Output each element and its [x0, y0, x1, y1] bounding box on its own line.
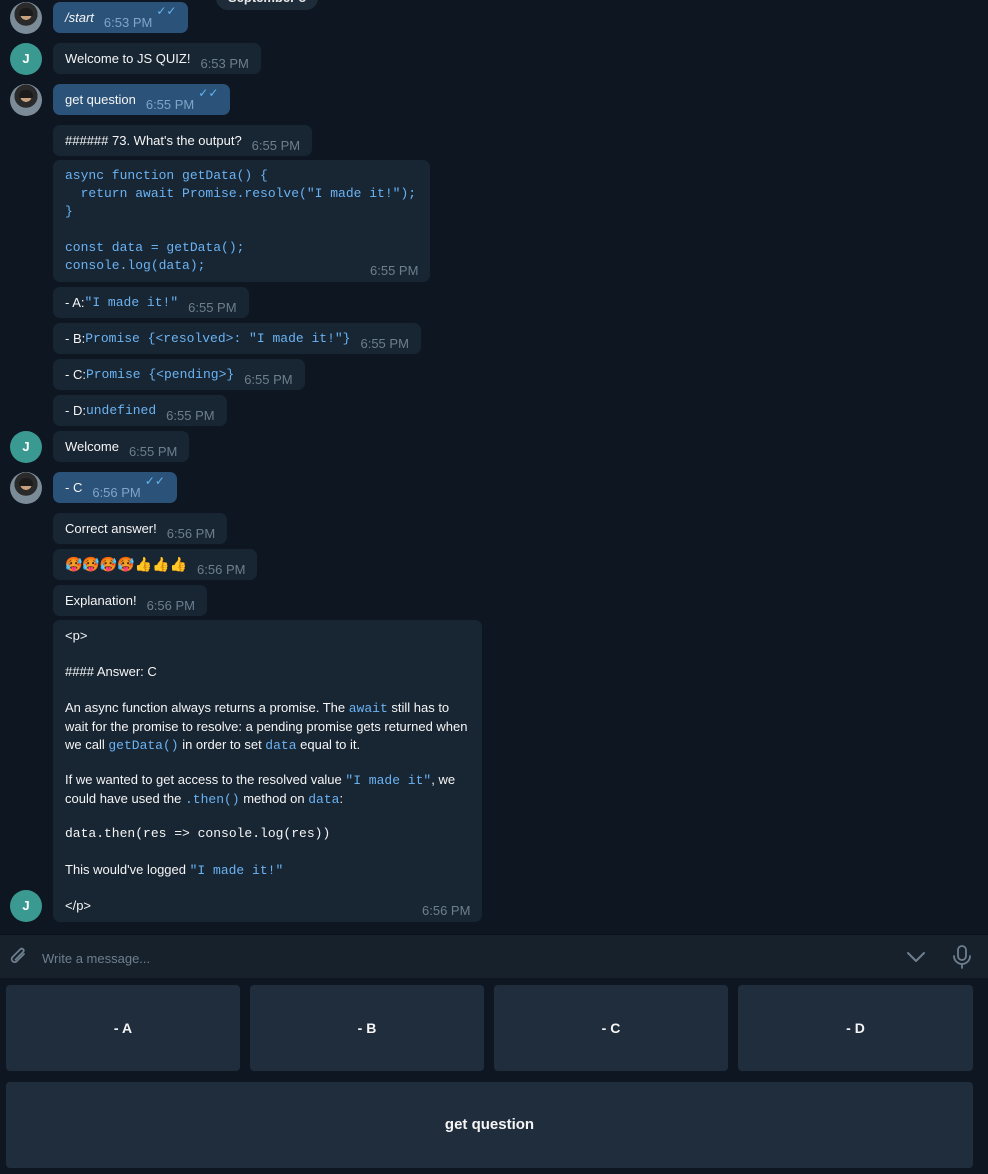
option-code: Promise {<resolved>: "I made it!"}	[85, 331, 351, 346]
explanation-paragraph: An async function always returns a promi…	[65, 699, 470, 755]
inline-code: .then()	[184, 792, 240, 807]
read-check-icon: ✓✓	[144, 474, 165, 488]
inline-code: await	[348, 701, 388, 716]
user-avatar[interactable]	[10, 472, 42, 504]
message-time: 6:55 PM	[370, 263, 419, 278]
message-time: 6:56 PM	[197, 562, 246, 577]
message-time: 6:55 PM	[128, 444, 178, 459]
paragraph-text: in order to set	[178, 737, 266, 752]
paragraph-text: equal to it.	[296, 737, 361, 752]
get-question-button[interactable]: get question	[6, 1082, 973, 1168]
inline-code: data	[308, 792, 340, 807]
message-time: 6:55 PM	[166, 408, 215, 423]
message-time: 6:56 PM	[146, 598, 195, 613]
explanation-message[interactable]: <p> #### Answer: C An async function alw…	[53, 620, 482, 922]
code-line: return await Promise.resolve("I made it!…	[65, 186, 417, 201]
bot-avatar[interactable]: J	[10, 890, 42, 922]
message-text: <p>	[65, 628, 88, 643]
message-text: Explanation!	[65, 593, 137, 608]
option-code: undefined	[85, 403, 157, 418]
message-text: ###### 73. What's the output?	[65, 133, 242, 148]
message-bubble[interactable]: - D: undefined 6:55 PM	[53, 395, 227, 426]
message-composer	[0, 934, 988, 979]
message-time: 6:55 PM	[244, 372, 293, 387]
message-text: /start	[65, 10, 94, 25]
message-text: Correct answer!	[65, 521, 157, 536]
message-text: - C	[65, 480, 83, 495]
message-text: get question	[65, 92, 136, 107]
answer-button-d[interactable]: - D	[738, 985, 973, 1071]
user-avatar[interactable]	[10, 84, 42, 116]
bot-avatar[interactable]: J	[10, 43, 42, 75]
message-time: 6:53 PM	[103, 15, 153, 30]
message-text: Welcome	[65, 439, 119, 454]
option-label: - A:	[65, 295, 85, 310]
message-input[interactable]	[40, 945, 884, 971]
message-time: 6:55 PM	[145, 97, 195, 112]
bot-keyboard: - A - B - C - D get question	[0, 978, 988, 1174]
option-label: - B:	[65, 331, 86, 346]
emoji-text: 🥵🥵🥵🥵👍👍👍	[65, 556, 188, 572]
message-time: 6:55 PM	[360, 336, 409, 351]
read-check-icon: ✓✓	[156, 4, 177, 18]
user-avatar[interactable]	[10, 2, 42, 34]
explanation-paragraph: This would've logged "I made it!"	[65, 861, 470, 880]
inline-code: getData()	[108, 738, 179, 753]
message-bubble[interactable]: /start 6:53 PM✓✓	[53, 2, 189, 33]
code-line: const data = getData();	[65, 240, 245, 255]
explanation-paragraph: If we wanted to get access to the resolv…	[65, 771, 470, 809]
paragraph-text: An async function always returns a promi…	[65, 700, 349, 715]
message-bubble[interactable]: - B: Promise {<resolved>: "I made it!"} 6…	[53, 323, 421, 354]
message-bubble[interactable]: get question 6:55 PM✓✓	[53, 84, 231, 115]
chevron-down-icon[interactable]	[904, 947, 928, 967]
bot-avatar[interactable]: J	[10, 431, 42, 463]
inline-code: data	[265, 738, 297, 753]
microphone-icon[interactable]	[951, 944, 973, 970]
inline-code: "I made it!"	[189, 863, 284, 878]
message-time: 6:55 PM	[188, 300, 237, 315]
message-bubble[interactable]: - C: Promise {<pending>} 6:55 PM	[53, 359, 305, 390]
paragraph-text: If we wanted to get access to the resolv…	[65, 772, 346, 787]
answer-button-b[interactable]: - B	[250, 985, 484, 1071]
message-time: 6:56 PM	[92, 485, 141, 500]
message-time: 6:56 PM	[166, 526, 216, 541]
paragraph-text: :	[339, 791, 344, 806]
paragraph-text: This would've logged	[65, 862, 190, 877]
answer-button-a[interactable]: - A	[6, 985, 240, 1071]
code-line: }	[65, 204, 73, 219]
code-line: console.log(data);	[65, 258, 206, 273]
code-message[interactable]: async function getData() { return await …	[53, 160, 430, 282]
option-code: "I made it!"	[84, 295, 179, 310]
option-label: - D:	[65, 403, 86, 418]
option-code: Promise {<pending>}	[85, 367, 235, 382]
message-bubble[interactable]: - A: "I made it!" 6:55 PM	[53, 287, 249, 318]
message-time: 6:56 PM	[422, 903, 471, 918]
paperclip-icon[interactable]	[8, 945, 30, 969]
code-line: async function getData() {	[65, 168, 268, 183]
inline-code: "I made it"	[345, 773, 432, 788]
message-text: </p>	[65, 898, 92, 913]
message-bubble[interactable]: Welcome to JS QUIZ! 6:53 PM	[53, 43, 261, 74]
message-bubble[interactable]: Explanation! 6:56 PM	[53, 585, 207, 616]
message-bubble[interactable]: Welcome 6:55 PM	[53, 431, 190, 462]
code-block: async function getData() { return await …	[65, 167, 416, 275]
answer-button-c[interactable]: - C	[494, 985, 728, 1071]
message-text: Welcome to JS QUIZ!	[65, 51, 191, 66]
chat-history[interactable]: September 8 /start6:53 PM✓✓ J Welcome to…	[0, 0, 988, 934]
option-label: - C:	[65, 367, 86, 382]
read-check-icon: ✓✓	[198, 86, 219, 100]
message-bubble[interactable]: - C 6:56 PM✓✓	[53, 472, 177, 503]
message-bubble[interactable]: 🥵🥵🥵🥵👍👍👍 6:56 PM	[53, 549, 258, 580]
answer-heading: #### Answer: C	[65, 664, 157, 679]
message-time: 6:53 PM	[200, 56, 249, 71]
date-chip: September 8	[216, 0, 319, 10]
message-bubble[interactable]: ###### 73. What's the output? 6:55 PM	[53, 125, 313, 156]
paragraph-text: method on	[239, 791, 309, 806]
message-time: 6:55 PM	[251, 138, 301, 153]
code-line: data.then(res => console.log(res))	[65, 826, 331, 841]
message-bubble[interactable]: Correct answer! 6:56 PM	[53, 513, 228, 544]
